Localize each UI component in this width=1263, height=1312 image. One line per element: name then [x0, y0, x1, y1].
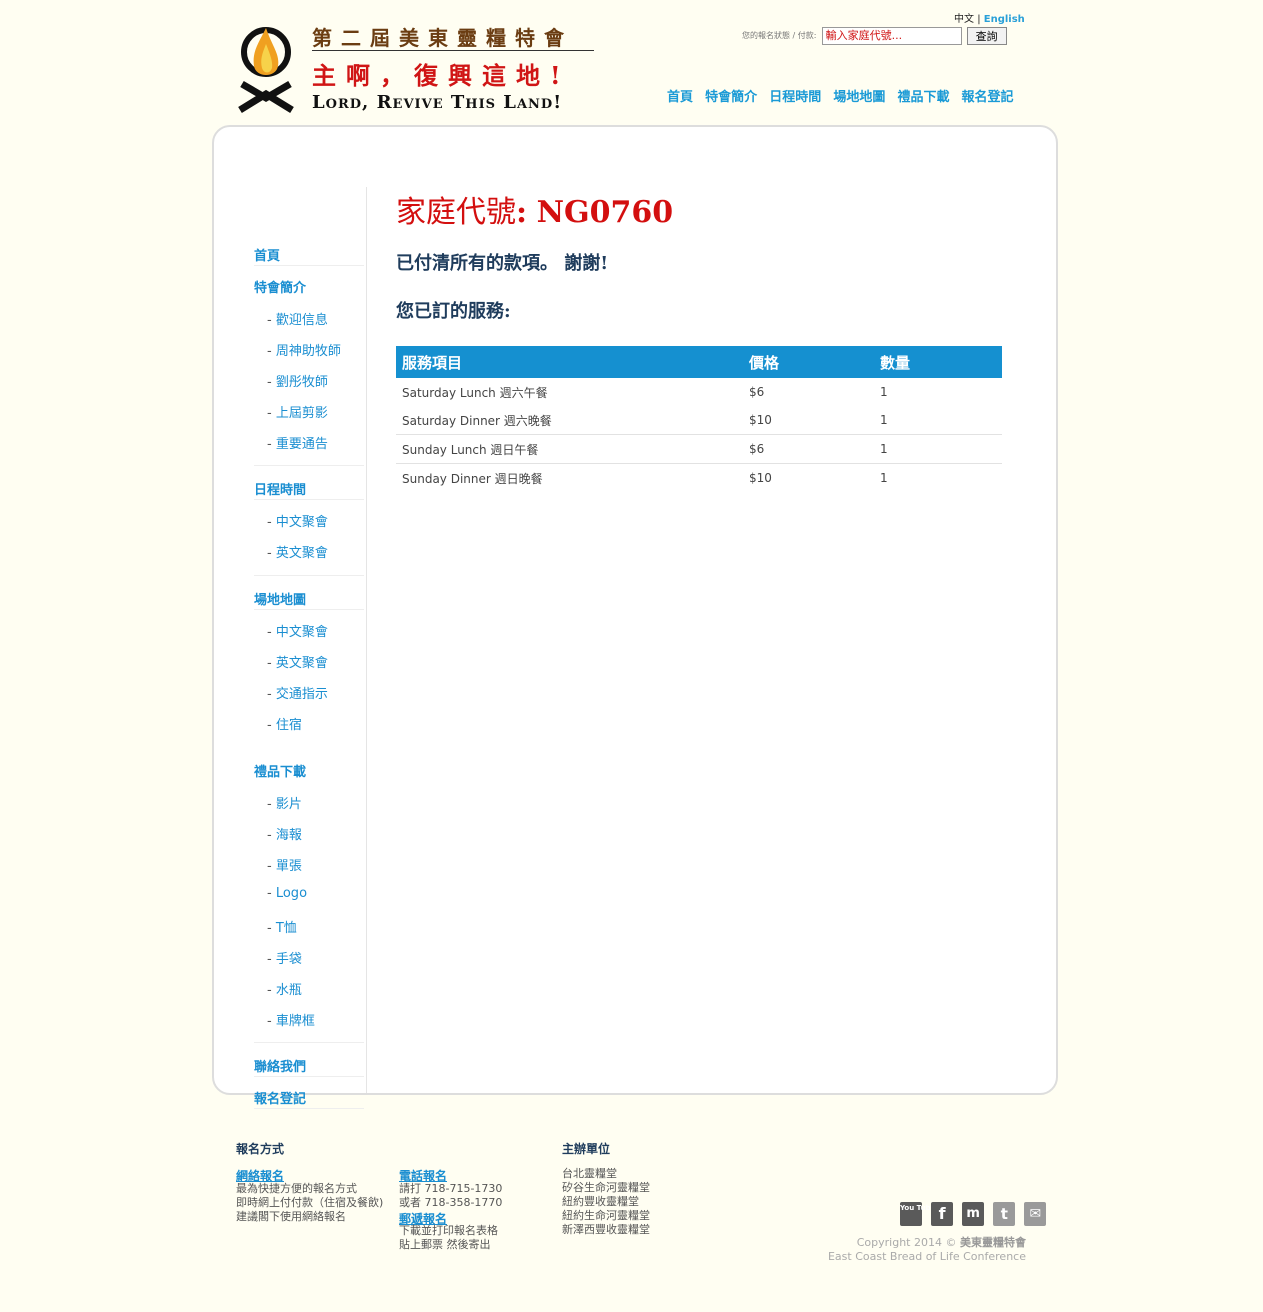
- services-title: 您已訂的服務:: [396, 301, 511, 322]
- query-button[interactable]: 查詢: [966, 26, 1007, 45]
- sidebar-divider: [254, 575, 364, 576]
- cell-price: $10: [743, 463, 874, 492]
- footer-mail-desc: 下載並打印報名表格 貼上郵票 然後寄出: [399, 1224, 498, 1251]
- footer-phone-desc: 請打 718-715-1730 或者 718-358-1770: [399, 1182, 503, 1209]
- cell-item: Saturday Lunch 週六午餐: [402, 385, 548, 400]
- sidebar-item-tshirt[interactable]: - T恤: [267, 917, 297, 936]
- sidebar-home[interactable]: 首頁: [254, 245, 364, 266]
- topnav-home[interactable]: 首頁: [667, 90, 693, 105]
- registration-status-search: 您的報名狀態 / 付款: 查詢: [742, 25, 1007, 45]
- col-header-item: 服務項目: [396, 346, 743, 378]
- cell-qty: 1: [880, 413, 888, 427]
- myspace-icon[interactable]: m: [962, 1202, 985, 1226]
- sidebar-item-venue-cn[interactable]: - 中文聚會: [267, 621, 328, 640]
- table-header-row: 服務項目 價格 數量: [396, 346, 1002, 378]
- cell-item: Saturday Dinner 週六晚餐: [402, 413, 552, 428]
- lang-separator: |: [977, 14, 981, 25]
- topnav-venue[interactable]: 場地地圖: [833, 90, 885, 105]
- topnav-schedule[interactable]: 日程時間: [769, 90, 821, 105]
- footer-host-title: 主辦單位: [562, 1142, 611, 1156]
- sidebar-contact[interactable]: 聯絡我們: [254, 1056, 364, 1077]
- topnav-downloads[interactable]: 禮品下載: [897, 90, 949, 105]
- logo-title: 第二屆美東靈糧特會: [312, 26, 573, 50]
- sidebar-nav: 首頁 特會簡介 - 歡迎信息 - 周神助牧師 - 劉彤牧師 - 上屆剪影 - 重…: [254, 187, 367, 1109]
- sidebar-item-pastor-liu[interactable]: - 劉彤牧師: [267, 371, 328, 390]
- cell-price: $10: [749, 413, 772, 427]
- top-navigation: 首頁 特會簡介 日程時間 場地地圖 禮品下載 報名登記: [667, 86, 1021, 105]
- sidebar-item-bottle[interactable]: - 水瓶: [267, 979, 302, 998]
- cell-qty: 1: [874, 463, 1002, 492]
- sidebar-item-notices[interactable]: - 重要通告: [267, 433, 328, 452]
- services-table: 服務項目 價格 數量 Saturday Lunch 週六午餐 $6 1 Satu…: [396, 346, 1002, 492]
- cell-price: $6: [743, 434, 874, 464]
- cell-item: Sunday Lunch 週日午餐: [396, 434, 743, 464]
- sidebar-item-schedule-en[interactable]: - 英文聚會: [267, 542, 328, 561]
- topnav-register[interactable]: 報名登記: [962, 90, 1014, 105]
- main-panel: 首頁 特會簡介 - 歡迎信息 - 周神助牧師 - 劉彤牧師 - 上屆剪影 - 重…: [212, 125, 1058, 1109]
- sidebar-item-lodging[interactable]: - 住宿: [267, 714, 302, 733]
- sidebar-item-venue-en[interactable]: - 英文聚會: [267, 652, 328, 671]
- table-row: Sunday Dinner 週日晚餐 $10 1: [396, 463, 1002, 492]
- col-header-qty: 數量: [874, 346, 1002, 378]
- logo-slogan-chinese: 主啊，復興這地!: [312, 61, 571, 90]
- family-code-input[interactable]: [821, 26, 962, 45]
- sidebar-venue[interactable]: 場地地圖: [254, 589, 364, 610]
- youtube-icon[interactable]: You Tube: [900, 1202, 935, 1226]
- lang-english-link[interactable]: English: [984, 14, 1025, 25]
- sidebar-item-plate-frame[interactable]: - 車牌框: [267, 1010, 315, 1029]
- search-label: 您的報名狀態 / 付款:: [742, 31, 817, 40]
- payment-status-message: 已付清所有的款項。 謝謝!: [396, 253, 609, 274]
- cell-item: Sunday Dinner 週日晚餐: [396, 463, 743, 492]
- table-row: Sunday Lunch 週日午餐 $6 1: [396, 434, 1002, 464]
- sidebar-item-last-gallery[interactable]: - 上屆剪影: [267, 402, 328, 421]
- sidebar-divider: [254, 465, 364, 466]
- language-switcher: 中文 | English: [954, 10, 1025, 25]
- site-footer: 報名方式 網絡報名 最為快捷方便的報名方式 即時網上付付款（住宿及餐飲) 建議閣…: [0, 1130, 1263, 1312]
- email-icon[interactable]: ✉: [1024, 1202, 1047, 1226]
- twitter-icon[interactable]: t: [993, 1202, 1016, 1226]
- sidebar-item-welcome[interactable]: - 歡迎信息: [267, 309, 328, 328]
- sidebar-item-schedule-cn[interactable]: - 中文聚會: [267, 511, 328, 530]
- flame-emblem-icon: [238, 27, 294, 113]
- sidebar-item-bag[interactable]: - 手袋: [267, 948, 302, 967]
- sidebar-item-logo[interactable]: - Logo: [267, 886, 307, 901]
- sidebar-item-pastor-zhou[interactable]: - 周神助牧師: [267, 340, 341, 359]
- lang-chinese-link[interactable]: 中文: [954, 14, 974, 25]
- cell-qty: 1: [874, 434, 1002, 464]
- sidebar-schedule[interactable]: 日程時間: [254, 479, 364, 500]
- sidebar-item-poster[interactable]: - 海報: [267, 824, 302, 843]
- site-logo[interactable]: 第二屆美東靈糧特會 主啊，復興這地! Lord, Revive This Lan…: [236, 22, 596, 117]
- facebook-icon[interactable]: f: [931, 1202, 954, 1226]
- sidebar-item-video[interactable]: - 影片: [267, 793, 302, 812]
- logo-divider: [312, 50, 594, 51]
- sidebar-divider: [254, 1042, 364, 1043]
- table-row: Saturday Dinner 週六晚餐 $10 1: [396, 406, 1002, 435]
- family-code-value: NG0760: [536, 195, 674, 230]
- footer-online-desc: 最為快捷方便的報名方式 即時網上付付款（住宿及餐飲) 建議閣下使用網絡報名: [236, 1182, 384, 1223]
- topnav-intro[interactable]: 特會簡介: [705, 90, 757, 105]
- cell-qty: 1: [880, 385, 888, 399]
- sidebar-intro[interactable]: 特會簡介: [254, 277, 364, 297]
- footer-host-list: 台北靈糧堂 矽谷生命河靈糧堂 紐約豐收靈糧堂 紐約生命河靈糧堂 新澤西豐收靈糧堂: [562, 1167, 650, 1236]
- footer-reg-title: 報名方式: [236, 1142, 285, 1156]
- social-links: You Tube f m t ✉: [896, 1202, 1047, 1226]
- cell-price: $6: [749, 385, 765, 399]
- site-header: 第二屆美東靈糧特會 主啊，復興這地! Lord, Revive This Lan…: [0, 0, 1263, 125]
- logo-slogan-english: Lord, Revive This Land!: [312, 92, 563, 113]
- family-code-heading: 家庭代號: NG0760: [396, 195, 674, 230]
- sidebar-item-directions[interactable]: - 交通指示: [267, 683, 328, 702]
- copyright: Copyright 2014 © 美東靈糧特會 East Coast Bread…: [827, 1236, 1026, 1263]
- sidebar-item-flyer[interactable]: - 單張: [267, 855, 302, 874]
- sidebar-downloads[interactable]: 禮品下載: [254, 761, 364, 781]
- table-row: Saturday Lunch 週六午餐 $6 1: [396, 378, 1002, 406]
- sidebar-register[interactable]: 報名登記: [254, 1088, 364, 1109]
- col-header-price: 價格: [743, 346, 874, 378]
